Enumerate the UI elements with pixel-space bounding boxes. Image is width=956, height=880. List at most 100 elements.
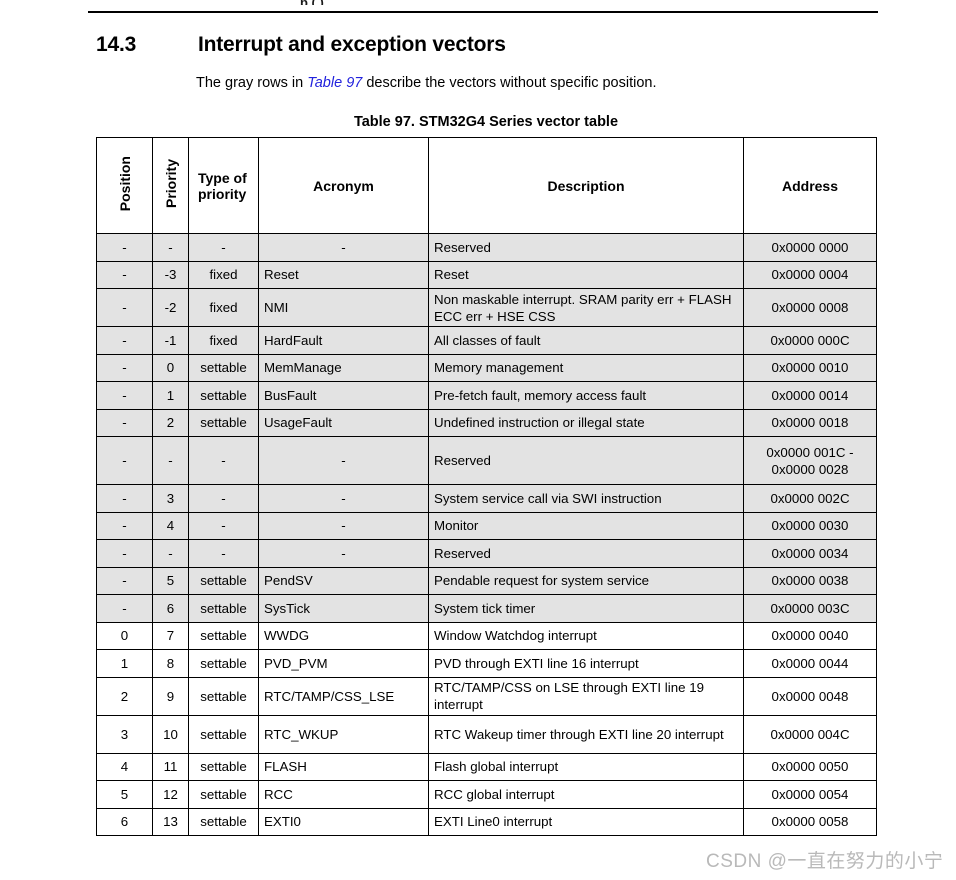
section-number: 14.3 xyxy=(96,33,137,56)
cell-address: 0x0000 0000 xyxy=(743,233,877,262)
table-row: 3 10 settable RTC_WKUP RTC Wakeup timer thro… xyxy=(96,714,877,754)
table-row: 0 7 settable WWDG Window Watchdog interrupt 0… xyxy=(96,621,877,650)
cell-position: - xyxy=(96,594,153,623)
cell-priority: - xyxy=(152,436,189,485)
cell-priority: 2 xyxy=(152,408,189,437)
cell-address: 0x0000 0040 xyxy=(743,621,877,650)
cell-address: 0x0000 0050 xyxy=(743,752,877,781)
cell-priority: -3 xyxy=(152,260,189,289)
intro-prefix: The gray rows in xyxy=(196,75,308,91)
table-row: -5 settable PendSV Pendable request for sys… xyxy=(96,566,877,595)
cell-priority: 11 xyxy=(152,752,189,781)
cell-acronym: - xyxy=(258,539,429,568)
cell-address: 0x0000 0008 xyxy=(743,288,877,327)
cell-type-of-priority: settable xyxy=(188,594,259,623)
cell-acronym: Reset xyxy=(258,260,429,289)
cell-acronym: RCC xyxy=(258,780,429,809)
cell-description: Undefined instruction or illegal state xyxy=(428,408,744,437)
cell-address: 0x0000 0048 xyxy=(743,676,877,716)
vector-table: Position Priority Type of priority Acron… xyxy=(96,137,877,836)
cell-type-of-priority: fixed xyxy=(188,326,259,355)
cell-description: Memory management xyxy=(428,353,744,382)
cell-description: Pendable request for system service xyxy=(428,566,744,595)
table-row: -0 settable MemManage Memory management 0x00… xyxy=(96,353,877,382)
cell-priority: 6 xyxy=(152,594,189,623)
table-row: 1 8 settable PVD_PVM PVD through EXTI line 1… xyxy=(96,649,877,678)
cell-type-of-priority: - xyxy=(188,436,259,485)
cell-type-of-priority: settable xyxy=(188,714,259,754)
cell-address: 0x0000 001C - 0x0000 0028 xyxy=(743,436,877,485)
cell-type-of-priority: settable xyxy=(188,649,259,678)
cell-address: 0x0000 0044 xyxy=(743,649,877,678)
cell-address: 0x0000 0004 xyxy=(743,260,877,289)
cell-type-of-priority: settable xyxy=(188,621,259,650)
cell-type-of-priority: - xyxy=(188,511,259,540)
intro-paragraph: The gray rows in Table 97 describe the v… xyxy=(196,74,657,92)
table-row: 5 12 settable RCC RCC global interrupt 0x0000… xyxy=(96,780,877,809)
cell-priority: -1 xyxy=(152,326,189,355)
cell-description: Pre-fetch fault, memory access fault xyxy=(428,381,744,410)
cell-address: 0x0000 0014 xyxy=(743,381,877,410)
cell-acronym: SysTick xyxy=(258,594,429,623)
cell-priority: 8 xyxy=(152,649,189,678)
cell-type-of-priority: settable xyxy=(188,381,259,410)
cell-position: - xyxy=(96,288,153,327)
cell-acronym: HardFault xyxy=(258,326,429,355)
cell-type-of-priority: settable xyxy=(188,780,259,809)
cell-position: 1 xyxy=(96,649,153,678)
table-row: - - - - Reserved 0x0000 001C - 0x0000 0028 xyxy=(96,436,877,485)
table-row: -3- - System service call via SWI instruct… xyxy=(96,484,877,513)
cell-priority: 1 xyxy=(152,381,189,410)
cell-acronym: EXTI0 xyxy=(258,807,429,836)
cell-description: Monitor xyxy=(428,511,744,540)
cell-acronym: RTC/TAMP/CSS_LSE xyxy=(258,676,429,716)
cell-priority: 13 xyxy=(152,807,189,836)
cell-acronym: UsageFault xyxy=(258,408,429,437)
cell-position: - xyxy=(96,260,153,289)
cell-address: 0x0000 0058 xyxy=(743,807,877,836)
cell-address: 0x0000 000C xyxy=(743,326,877,355)
cell-priority: 4 xyxy=(152,511,189,540)
cell-priority: 12 xyxy=(152,780,189,809)
cell-position: - xyxy=(96,326,153,355)
page-header-partial-text: p ( ) xyxy=(300,0,510,5)
cell-address: 0x0000 0010 xyxy=(743,353,877,382)
page-title: Interrupt and exception vectors xyxy=(198,33,506,56)
cell-description: Reserved xyxy=(428,539,744,568)
cell-acronym: NMI xyxy=(258,288,429,327)
cell-acronym: - xyxy=(258,511,429,540)
table-body: - - - - Reserved 0x0000 0000- -3 fixed Reset Rese… xyxy=(96,233,877,836)
cell-description: System tick timer xyxy=(428,594,744,623)
table-row: 2 9 settable RTC/TAMP/CSS_LSE RTC/TAMP/CSS o… xyxy=(96,676,877,716)
cell-type-of-priority: settable xyxy=(188,566,259,595)
table-row: -6 settable SysTick System tick timer 0x0000… xyxy=(96,594,877,623)
cell-description: Flash global interrupt xyxy=(428,752,744,781)
column-header-priority: Priority xyxy=(152,137,189,234)
cell-acronym: WWDG xyxy=(258,621,429,650)
cell-position: - xyxy=(96,436,153,485)
table-row: -4- - Monitor 0x0000 0030 xyxy=(96,511,877,540)
cell-description: PVD through EXTI line 16 interrupt xyxy=(428,649,744,678)
cell-position: - xyxy=(96,233,153,262)
table-97-link[interactable]: Table 97 xyxy=(307,75,362,91)
cell-type-of-priority: fixed xyxy=(188,288,259,327)
cell-address: 0x0000 0034 xyxy=(743,539,877,568)
page-header-rule xyxy=(88,11,878,13)
table-row: - - - - Reserved 0x0000 0000 xyxy=(96,233,877,262)
cell-description: Non maskable interrupt. SRAM parity err … xyxy=(428,288,744,327)
cell-description: RTC/TAMP/CSS on LSE through EXTI line 19… xyxy=(428,676,744,716)
cell-priority: 9 xyxy=(152,676,189,716)
column-header-type-of-priority: Type of priority xyxy=(188,137,259,234)
cell-description: All classes of fault xyxy=(428,326,744,355)
cell-priority: 3 xyxy=(152,484,189,513)
cell-position: - xyxy=(96,566,153,595)
cell-address: 0x0000 004C xyxy=(743,714,877,754)
table-row: - -1 fixed HardFault All classes of fault 0x0… xyxy=(96,326,877,355)
table-row: 4 11 settable FLASH Flash global interrupt 0x… xyxy=(96,752,877,781)
table-row: - -2 fixed NMI Non maskable interrupt. SRAM … xyxy=(96,288,877,327)
cell-priority: 5 xyxy=(152,566,189,595)
cell-priority: 10 xyxy=(152,714,189,754)
cell-acronym: PVD_PVM xyxy=(258,649,429,678)
column-header-acronym: Acronym xyxy=(258,137,429,234)
table-header-row: Position Priority Type of priority Acron… xyxy=(96,137,877,234)
